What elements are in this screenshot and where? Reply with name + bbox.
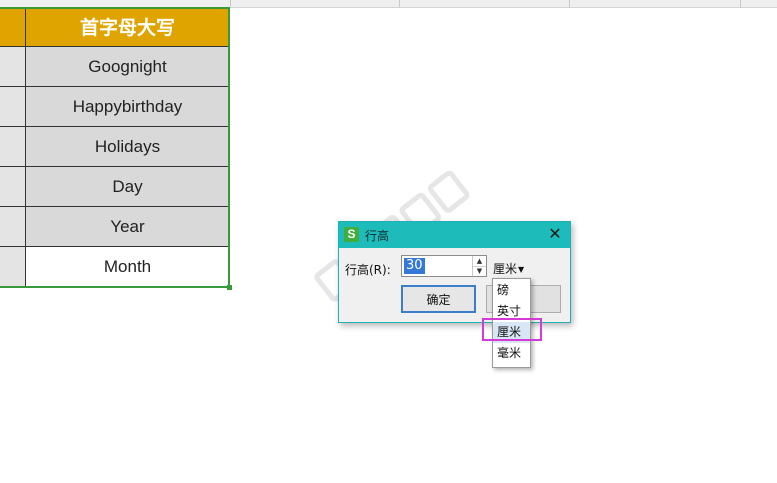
unit-option-centimeter[interactable]: 厘米 — [493, 322, 530, 343]
dialog-title: 行高 — [365, 229, 390, 243]
caret-down-icon: ▼ — [518, 265, 525, 274]
column-separator — [740, 0, 741, 7]
dialog-titlebar[interactable]: S 行高 ✕ — [339, 222, 570, 248]
ok-button[interactable]: 确定 — [401, 285, 476, 313]
cell[interactable] — [0, 167, 26, 207]
spin-buttons: ▲ ▼ — [472, 256, 486, 276]
unit-options-list: 磅 英寸 厘米 毫米 — [492, 278, 531, 368]
cell[interactable] — [0, 127, 26, 167]
triangle-down-icon[interactable]: ▼ — [473, 266, 486, 276]
unit-dropdown[interactable]: 厘米▼ — [493, 260, 524, 277]
table-cell[interactable]: Happybirthday — [26, 87, 230, 127]
cell[interactable] — [0, 207, 26, 247]
unit-option-pound[interactable]: 磅 — [493, 280, 530, 301]
column-separator — [230, 0, 231, 7]
fill-handle[interactable] — [227, 285, 232, 290]
column-separator — [569, 0, 570, 7]
close-icon[interactable]: ✕ — [546, 225, 564, 243]
table-cell[interactable]: Day — [26, 167, 230, 207]
table-cell[interactable]: Year — [26, 207, 230, 247]
unit-selected-value: 厘米 — [493, 262, 518, 276]
cell[interactable] — [0, 47, 26, 87]
column-separator — [399, 0, 400, 7]
unit-option-inch[interactable]: 英寸 — [493, 301, 530, 322]
table-cell[interactable]: Holidays — [26, 127, 230, 167]
row-height-input[interactable]: 30 ▲ ▼ — [401, 255, 487, 277]
table-cell[interactable]: Goognight — [26, 47, 230, 87]
row-height-label: 行高(R): — [345, 263, 391, 277]
cell[interactable] — [0, 87, 26, 127]
row-height-value[interactable]: 30 — [404, 258, 425, 274]
table-cell[interactable]: Month — [26, 247, 230, 287]
cell[interactable] — [0, 247, 26, 287]
cell[interactable] — [0, 7, 26, 47]
wps-spreadsheet-icon: S — [344, 227, 359, 242]
column-header-cell[interactable]: 首字母大写 — [26, 7, 230, 47]
unit-option-millimeter[interactable]: 毫米 — [493, 343, 530, 364]
row-height-dialog: S 行高 ✕ 行高(R): 30 ▲ ▼ 厘米▼ 确定 — [338, 221, 571, 323]
